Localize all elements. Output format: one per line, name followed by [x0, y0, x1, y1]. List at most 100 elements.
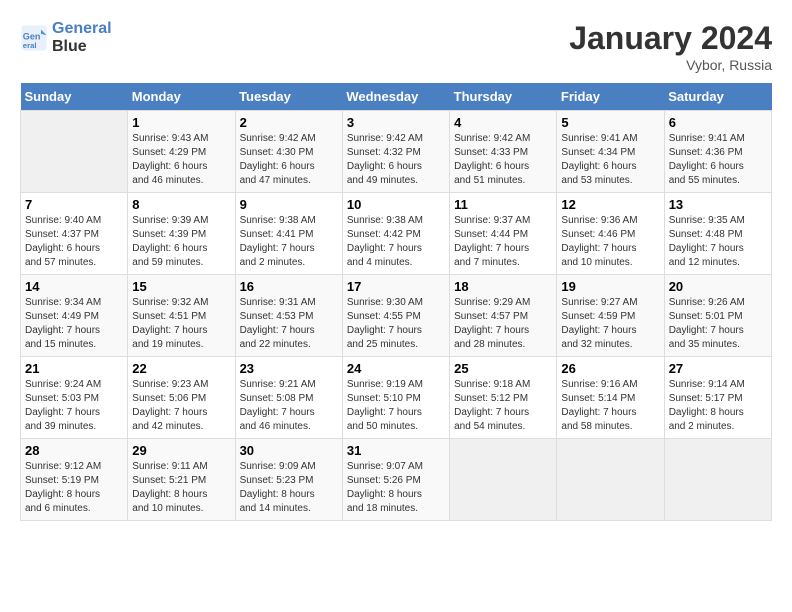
day-info: Sunrise: 9:14 AM Sunset: 5:17 PM Dayligh…	[669, 378, 767, 434]
day-info: Sunrise: 9:18 AM Sunset: 5:12 PM Dayligh…	[454, 378, 552, 434]
svg-text:eral: eral	[23, 40, 37, 49]
calendar-cell: 16 Sunrise: 9:31 AM Sunset: 4:53 PM Dayli…	[235, 275, 342, 357]
location: Vybor, Russia	[569, 57, 772, 73]
day-info: Sunrise: 9:27 AM Sunset: 4:59 PM Dayligh…	[561, 296, 659, 352]
day-number: 19	[561, 279, 659, 294]
calendar-cell: 13 Sunrise: 9:35 AM Sunset: 4:48 PM Dayli…	[664, 193, 771, 275]
day-info: Sunrise: 9:29 AM Sunset: 4:57 PM Dayligh…	[454, 296, 552, 352]
day-info: Sunrise: 9:42 AM Sunset: 4:30 PM Dayligh…	[240, 132, 338, 188]
day-header-saturday: Saturday	[664, 83, 771, 111]
day-info: Sunrise: 9:07 AM Sunset: 5:26 PM Dayligh…	[347, 460, 445, 516]
day-info: Sunrise: 9:19 AM Sunset: 5:10 PM Dayligh…	[347, 378, 445, 434]
day-number: 12	[561, 197, 659, 212]
day-number: 20	[669, 279, 767, 294]
day-number: 7	[25, 197, 123, 212]
calendar-cell: 11 Sunrise: 9:37 AM Sunset: 4:44 PM Dayli…	[450, 193, 557, 275]
calendar-cell: 8Sunrise: 9:39 AM Sunset: 4:39 PM Daylig…	[128, 193, 235, 275]
calendar-cell: 24Sunrise: 9:19 AM Sunset: 5:10 PM Dayli…	[342, 357, 449, 439]
day-info: Sunrise: 9:32 AM Sunset: 4:51 PM Dayligh…	[132, 296, 230, 352]
day-number: 6	[669, 115, 767, 130]
day-info: Sunrise: 9:31 AM Sunset: 4:53 PM Dayligh…	[240, 296, 338, 352]
logo: Gen eral GeneralBlue	[20, 20, 112, 55]
day-number: 15	[132, 279, 230, 294]
day-info: Sunrise: 9:42 AM Sunset: 4:32 PM Dayligh…	[347, 132, 445, 188]
calendar-week-row: 1Sunrise: 9:43 AM Sunset: 4:29 PM Daylig…	[21, 111, 772, 193]
calendar-cell: 17 Sunrise: 9:30 AM Sunset: 4:55 PM Dayli…	[342, 275, 449, 357]
day-number: 3	[347, 115, 445, 130]
day-number: 25	[454, 361, 552, 376]
day-info: Sunrise: 9:41 AM Sunset: 4:34 PM Dayligh…	[561, 132, 659, 188]
title-area: January 2024 Vybor, Russia	[569, 20, 772, 73]
calendar-cell: 27Sunrise: 9:14 AM Sunset: 5:17 PM Dayli…	[664, 357, 771, 439]
day-number: 29	[132, 443, 230, 458]
day-number: 9	[240, 197, 338, 212]
calendar-cell: 7Sunrise: 9:40 AM Sunset: 4:37 PM Daylig…	[21, 193, 128, 275]
day-number: 31	[347, 443, 445, 458]
calendar-cell	[450, 439, 557, 521]
calendar-week-row: 21 Sunrise: 9:24 AM Sunset: 5:03 PM Dayli…	[21, 357, 772, 439]
day-header-wednesday: Wednesday	[342, 83, 449, 111]
day-info: Sunrise: 9:36 AM Sunset: 4:46 PM Dayligh…	[561, 214, 659, 270]
day-number: 2	[240, 115, 338, 130]
day-number: 21	[25, 361, 123, 376]
day-number: 5	[561, 115, 659, 130]
day-info: Sunrise: 9:42 AM Sunset: 4:33 PM Dayligh…	[454, 132, 552, 188]
day-number: 26	[561, 361, 659, 376]
calendar-cell: 10 Sunrise: 9:38 AM Sunset: 4:42 PM Dayli…	[342, 193, 449, 275]
day-header-friday: Friday	[557, 83, 664, 111]
svg-text:Gen: Gen	[23, 31, 41, 41]
logo-text: GeneralBlue	[52, 20, 112, 55]
day-header-sunday: Sunday	[21, 83, 128, 111]
day-info: Sunrise: 9:09 AM Sunset: 5:23 PM Dayligh…	[240, 460, 338, 516]
month-title: January 2024	[569, 20, 772, 57]
day-info: Sunrise: 9:12 AM Sunset: 5:19 PM Dayligh…	[25, 460, 123, 516]
calendar-cell: 15 Sunrise: 9:32 AM Sunset: 4:51 PM Dayli…	[128, 275, 235, 357]
day-header-monday: Monday	[128, 83, 235, 111]
day-number: 13	[669, 197, 767, 212]
day-info: Sunrise: 9:38 AM Sunset: 4:42 PM Dayligh…	[347, 214, 445, 270]
calendar-cell: 28 Sunrise: 9:12 AM Sunset: 5:19 PM Dayli…	[21, 439, 128, 521]
day-number: 4	[454, 115, 552, 130]
calendar-cell: 3 Sunrise: 9:42 AM Sunset: 4:32 PM Daylig…	[342, 111, 449, 193]
calendar-cell: 31 Sunrise: 9:07 AM Sunset: 5:26 PM Dayli…	[342, 439, 449, 521]
day-number: 17	[347, 279, 445, 294]
calendar-cell: 29 Sunrise: 9:11 AM Sunset: 5:21 PM Dayli…	[128, 439, 235, 521]
calendar-cell	[557, 439, 664, 521]
calendar-cell: 6Sunrise: 9:41 AM Sunset: 4:36 PM Daylig…	[664, 111, 771, 193]
calendar-cell: 18 Sunrise: 9:29 AM Sunset: 4:57 PM Dayli…	[450, 275, 557, 357]
calendar-cell: 23Sunrise: 9:21 AM Sunset: 5:08 PM Dayli…	[235, 357, 342, 439]
day-info: Sunrise: 9:24 AM Sunset: 5:03 PM Dayligh…	[25, 378, 123, 434]
day-number: 11	[454, 197, 552, 212]
calendar-cell: 9Sunrise: 9:38 AM Sunset: 4:41 PM Daylig…	[235, 193, 342, 275]
logo-icon: Gen eral	[20, 24, 48, 52]
day-info: Sunrise: 9:26 AM Sunset: 5:01 PM Dayligh…	[669, 296, 767, 352]
calendar-cell: 4 Sunrise: 9:42 AM Sunset: 4:33 PM Daylig…	[450, 111, 557, 193]
day-info: Sunrise: 9:35 AM Sunset: 4:48 PM Dayligh…	[669, 214, 767, 270]
calendar-cell	[21, 111, 128, 193]
calendar-cell: 26Sunrise: 9:16 AM Sunset: 5:14 PM Dayli…	[557, 357, 664, 439]
calendar-cell: 14Sunrise: 9:34 AM Sunset: 4:49 PM Dayli…	[21, 275, 128, 357]
calendar-cell: 2 Sunrise: 9:42 AM Sunset: 4:30 PM Daylig…	[235, 111, 342, 193]
day-info: Sunrise: 9:11 AM Sunset: 5:21 PM Dayligh…	[132, 460, 230, 516]
calendar-week-row: 7Sunrise: 9:40 AM Sunset: 4:37 PM Daylig…	[21, 193, 772, 275]
day-number: 28	[25, 443, 123, 458]
calendar-cell: 1Sunrise: 9:43 AM Sunset: 4:29 PM Daylig…	[128, 111, 235, 193]
calendar-cell: 5 Sunrise: 9:41 AM Sunset: 4:34 PM Daylig…	[557, 111, 664, 193]
day-number: 16	[240, 279, 338, 294]
calendar-cell: 30Sunrise: 9:09 AM Sunset: 5:23 PM Dayli…	[235, 439, 342, 521]
calendar-week-row: 14Sunrise: 9:34 AM Sunset: 4:49 PM Dayli…	[21, 275, 772, 357]
calendar-cell	[664, 439, 771, 521]
calendar-header-row: SundayMondayTuesdayWednesdayThursdayFrid…	[21, 83, 772, 111]
calendar-cell: 12 Sunrise: 9:36 AM Sunset: 4:46 PM Dayli…	[557, 193, 664, 275]
calendar-table: SundayMondayTuesdayWednesdayThursdayFrid…	[20, 83, 772, 521]
day-info: Sunrise: 9:39 AM Sunset: 4:39 PM Dayligh…	[132, 214, 230, 270]
calendar-week-row: 28 Sunrise: 9:12 AM Sunset: 5:19 PM Dayli…	[21, 439, 772, 521]
day-number: 23	[240, 361, 338, 376]
calendar-cell: 22 Sunrise: 9:23 AM Sunset: 5:06 PM Dayli…	[128, 357, 235, 439]
day-number: 22	[132, 361, 230, 376]
day-number: 18	[454, 279, 552, 294]
day-info: Sunrise: 9:30 AM Sunset: 4:55 PM Dayligh…	[347, 296, 445, 352]
day-info: Sunrise: 9:37 AM Sunset: 4:44 PM Dayligh…	[454, 214, 552, 270]
day-info: Sunrise: 9:23 AM Sunset: 5:06 PM Dayligh…	[132, 378, 230, 434]
day-number: 10	[347, 197, 445, 212]
